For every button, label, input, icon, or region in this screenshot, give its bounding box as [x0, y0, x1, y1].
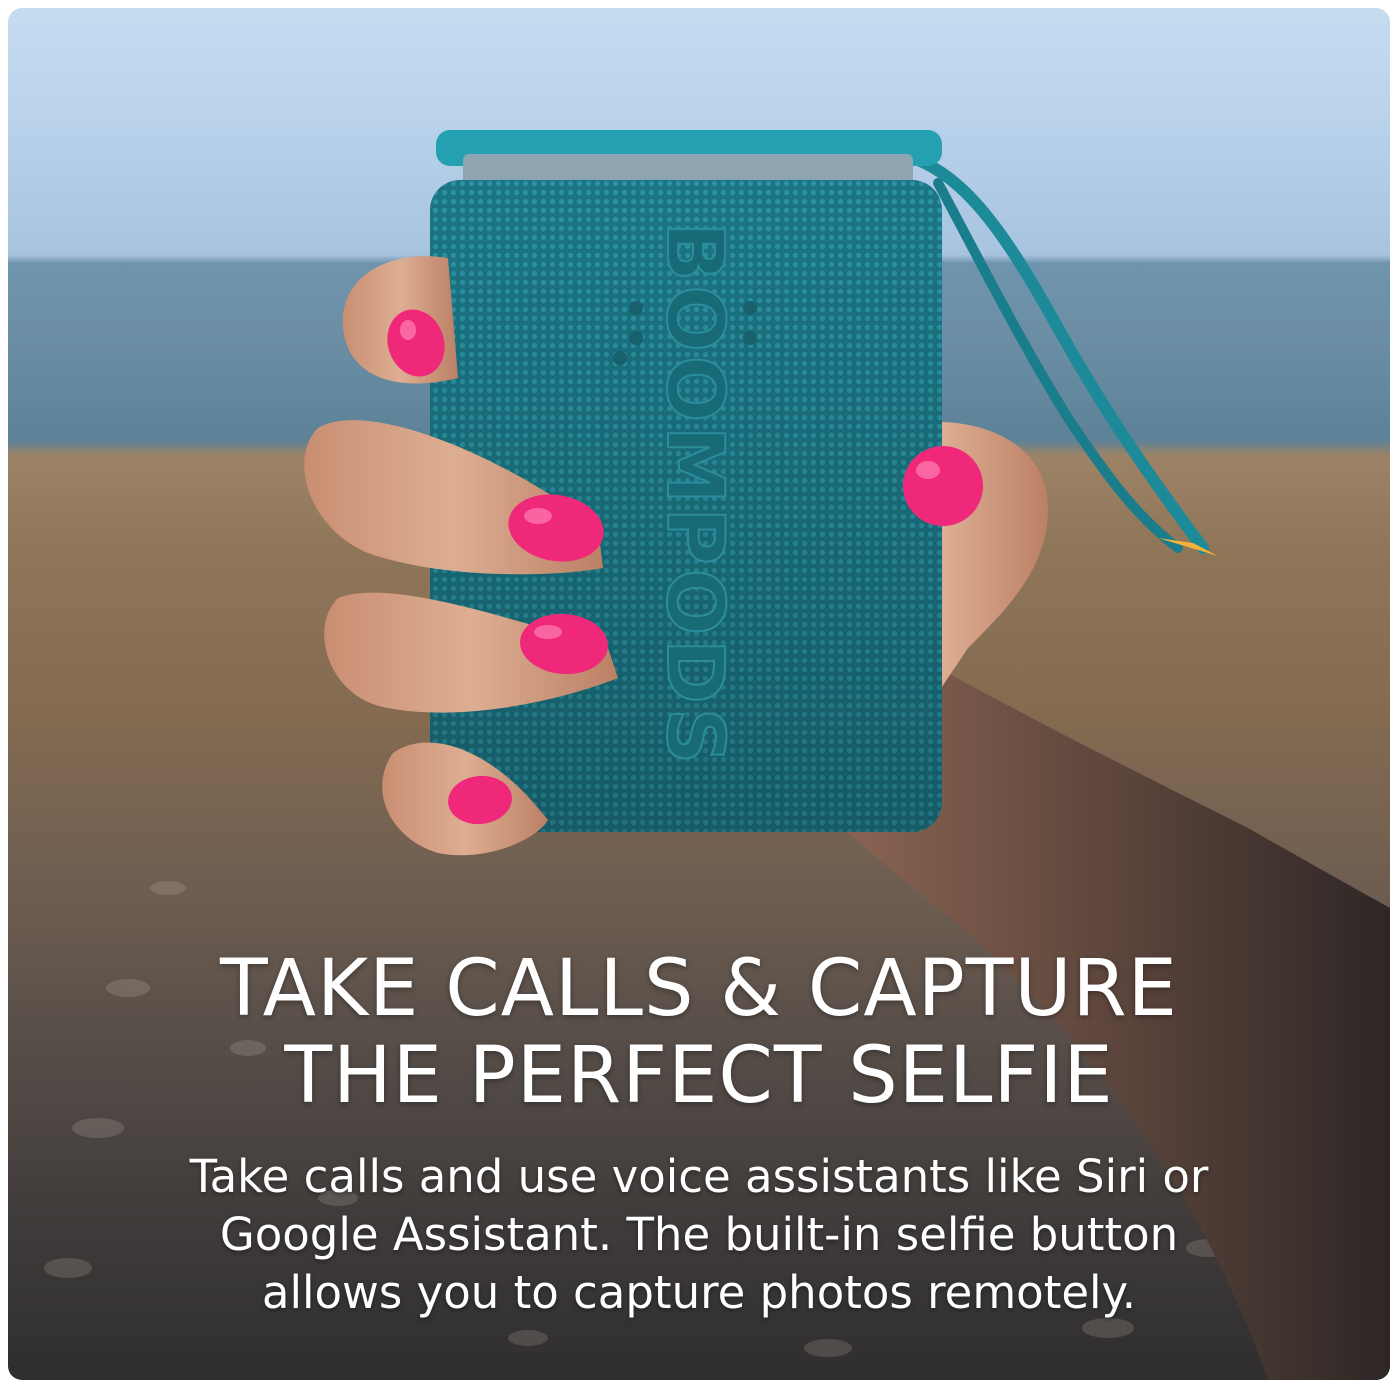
- product-image-card: BOOMPODS TAKE CALLS & CAPTURE THE PERFEC…: [8, 8, 1390, 1380]
- headline-line-2: THE PERFECT SELFIE: [284, 1031, 1114, 1121]
- headline-line-1: TAKE CALLS & CAPTURE: [220, 944, 1178, 1034]
- body-line-2: Google Assistant. The built-in selfie bu…: [219, 1208, 1179, 1261]
- body-copy: Take calls and use voice assistants like…: [8, 1148, 1390, 1322]
- body-line-3: allows you to capture photos remotely.: [261, 1266, 1137, 1319]
- body-line-1: Take calls and use voice assistants like…: [189, 1150, 1209, 1203]
- speaker-brand-mark: BOOMPODS: [649, 222, 739, 768]
- headline: TAKE CALLS & CAPTURE THE PERFECT SELFIE: [8, 946, 1390, 1120]
